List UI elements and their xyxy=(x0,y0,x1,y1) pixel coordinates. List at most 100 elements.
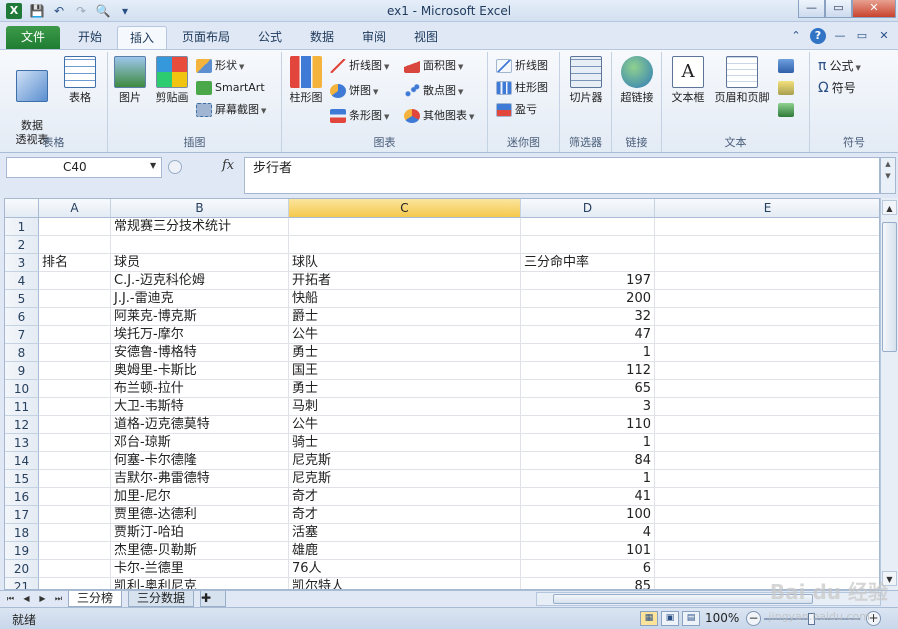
worksheet-grid[interactable]: A B C D E 1 常规赛三分技术统计 2 3 排名 球员 球队 三分命中率 4 C.J.-迈… xyxy=(4,198,880,590)
cell-a[interactable] xyxy=(39,488,111,506)
cell-d[interactable]: 84 xyxy=(521,452,655,470)
tab-formulas[interactable]: 公式 xyxy=(248,26,292,49)
textbox-button[interactable]: A 文本框 xyxy=(666,56,710,105)
cell-a[interactable] xyxy=(39,560,111,578)
cell-d[interactable]: 47 xyxy=(521,326,655,344)
cell-b[interactable]: 卡尔-兰德里 xyxy=(111,560,289,578)
cell-b[interactable]: J.J.-雷迪克 xyxy=(111,290,289,308)
zoom-level[interactable]: 100% xyxy=(705,611,739,625)
cell-c[interactable]: 球队 xyxy=(289,254,521,272)
cell-d[interactable]: 6 xyxy=(521,560,655,578)
sparkline-winloss-button[interactable]: 盈亏 xyxy=(496,100,537,120)
cell-a[interactable] xyxy=(39,470,111,488)
last-sheet-icon[interactable]: ⏭ xyxy=(52,592,65,606)
cell-c[interactable]: 公牛 xyxy=(289,416,521,434)
cell-c[interactable]: 国王 xyxy=(289,362,521,380)
table-button[interactable]: 表格 xyxy=(58,56,102,105)
header-footer-button[interactable]: 页眉和页脚 xyxy=(710,56,774,105)
cell-b[interactable]: 加里-尼尔 xyxy=(111,488,289,506)
column-header-a[interactable]: A xyxy=(39,199,111,218)
cell-b[interactable]: 安德鲁-博格特 xyxy=(111,344,289,362)
next-sheet-icon[interactable]: ▶ xyxy=(36,592,49,606)
name-box[interactable]: C40 xyxy=(6,157,162,178)
cell-c[interactable]: 开拓者 xyxy=(289,272,521,290)
row-header[interactable]: 16 xyxy=(5,488,39,506)
minimize-ribbon-icon[interactable]: ⌃ xyxy=(788,28,804,44)
cell-c[interactable]: 奇才 xyxy=(289,506,521,524)
column-chart-button[interactable]: 柱形图 xyxy=(286,56,326,105)
cell-a[interactable]: 排名 xyxy=(39,254,111,272)
column-header-b[interactable]: B xyxy=(111,199,289,218)
cell-e[interactable] xyxy=(655,326,879,344)
cell-c[interactable]: 快船 xyxy=(289,290,521,308)
cell-b[interactable]: 常规赛三分技术统计 xyxy=(111,218,289,236)
cell-b[interactable]: 阿莱克-博克斯 xyxy=(111,308,289,326)
cell-c[interactable]: 勇士 xyxy=(289,344,521,362)
cell-c[interactable]: 马刺 xyxy=(289,398,521,416)
area-chart-button[interactable]: 面积图 ▼ xyxy=(404,56,463,76)
first-sheet-icon[interactable]: ⏮ xyxy=(4,592,17,606)
workbook-restore-icon[interactable]: ▭ xyxy=(854,28,870,44)
row-header[interactable]: 10 xyxy=(5,380,39,398)
zoom-out-icon[interactable]: − xyxy=(746,611,761,626)
cell-a[interactable] xyxy=(39,578,111,589)
row-header[interactable]: 7 xyxy=(5,326,39,344)
cell-a[interactable] xyxy=(39,434,111,452)
cell-b[interactable]: 贾里德-达德利 xyxy=(111,506,289,524)
cell-d[interactable]: 197 xyxy=(521,272,655,290)
cell-d[interactable]: 110 xyxy=(521,416,655,434)
row-header[interactable]: 11 xyxy=(5,398,39,416)
cell-b[interactable]: 邓台-琼斯 xyxy=(111,434,289,452)
workbook-close-icon[interactable]: ✕ xyxy=(876,28,892,44)
hyperlink-button[interactable]: 超链接 xyxy=(615,56,659,105)
cell-a[interactable] xyxy=(39,236,111,254)
cell-b[interactable]: 布兰顿-拉什 xyxy=(111,380,289,398)
signature-line-button[interactable] xyxy=(778,78,797,98)
column-header-e[interactable]: E xyxy=(655,199,879,218)
cell-b[interactable]: 何塞-卡尔德隆 xyxy=(111,452,289,470)
row-header[interactable]: 8 xyxy=(5,344,39,362)
row-header[interactable]: 6 xyxy=(5,308,39,326)
formula-expand-icon[interactable]: ▲ ▼ xyxy=(880,157,896,194)
cell-c[interactable] xyxy=(289,236,521,254)
cell-c[interactable]: 勇士 xyxy=(289,380,521,398)
slicer-button[interactable]: 切片器 xyxy=(564,56,608,105)
cell-d[interactable]: 112 xyxy=(521,362,655,380)
cell-a[interactable] xyxy=(39,344,111,362)
screenshot-button[interactable]: 屏幕截图 ▼ xyxy=(196,100,266,120)
cell-c[interactable]: 76人 xyxy=(289,560,521,578)
cell-e[interactable] xyxy=(655,380,879,398)
page-break-view-icon[interactable]: ▤ xyxy=(682,611,700,626)
other-charts-button[interactable]: 其他图表 ▼ xyxy=(404,106,474,126)
cell-c[interactable]: 尼克斯 xyxy=(289,452,521,470)
row-header[interactable]: 18 xyxy=(5,524,39,542)
cell-e[interactable] xyxy=(655,470,879,488)
insert-function-icon[interactable]: fx xyxy=(222,158,234,173)
row-header[interactable]: 9 xyxy=(5,362,39,380)
column-header-c[interactable]: C xyxy=(289,199,521,218)
cell-b[interactable]: 凯利-奥利尼克 xyxy=(111,578,289,589)
row-header[interactable]: 12 xyxy=(5,416,39,434)
cell-e[interactable] xyxy=(655,488,879,506)
cell-a[interactable] xyxy=(39,398,111,416)
cell-b[interactable]: C.J.-迈克科伦姆 xyxy=(111,272,289,290)
cell-d[interactable]: 65 xyxy=(521,380,655,398)
cell-e[interactable] xyxy=(655,290,879,308)
row-header[interactable]: 1 xyxy=(5,218,39,236)
column-header-d[interactable]: D xyxy=(521,199,655,218)
cell-e[interactable] xyxy=(655,434,879,452)
help-icon[interactable]: ? xyxy=(810,28,826,44)
pie-chart-button[interactable]: 饼图 ▼ xyxy=(330,81,378,101)
tab-review[interactable]: 审阅 xyxy=(352,26,396,49)
cell-c[interactable]: 凯尔特人 xyxy=(289,578,521,589)
cell-b[interactable] xyxy=(111,236,289,254)
cell-a[interactable] xyxy=(39,326,111,344)
cell-a[interactable] xyxy=(39,506,111,524)
tab-home[interactable]: 开始 xyxy=(66,26,114,49)
row-header[interactable]: 4 xyxy=(5,272,39,290)
vertical-scrollbar[interactable]: ▲ ▼ xyxy=(880,198,898,590)
cell-e[interactable] xyxy=(655,416,879,434)
cell-a[interactable] xyxy=(39,362,111,380)
restore-button[interactable]: ▭ xyxy=(825,0,852,18)
cell-e[interactable] xyxy=(655,506,879,524)
